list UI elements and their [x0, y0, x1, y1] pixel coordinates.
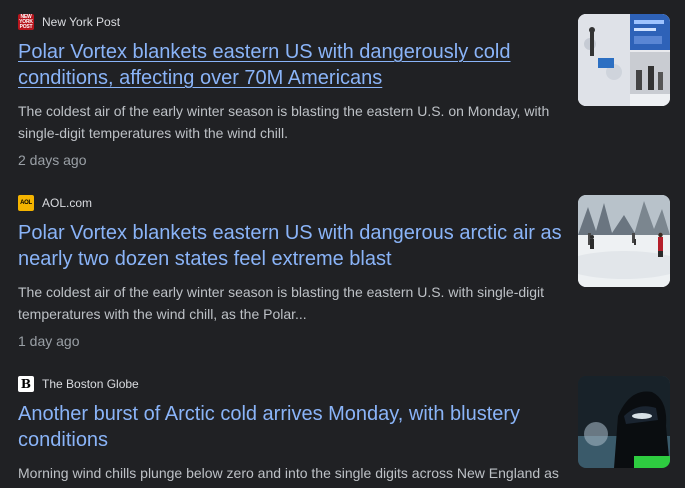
article-snippet: The coldest air of the early winter seas…: [18, 284, 545, 322]
article-snippet: Morning wind chills plunge below zero an…: [18, 465, 559, 481]
article-thumbnail[interactable]: [578, 376, 670, 468]
boston-globe-logo-icon: B: [18, 376, 34, 392]
aol-logo-icon: AOL: [18, 195, 34, 211]
article-thumbnail[interactable]: [578, 195, 670, 287]
article-snippet: The coldest air of the early winter seas…: [18, 103, 550, 141]
news-card[interactable]: NEW YORK POST New York Post Polar Vortex…: [18, 14, 678, 171]
balaclava-person-image-icon: [578, 376, 670, 468]
article-title-link[interactable]: Polar Vortex blankets eastern US with da…: [18, 39, 573, 91]
source-name: The Boston Globe: [42, 377, 139, 391]
news-card[interactable]: AOL AOL.com Polar Vortex blankets easter…: [18, 195, 678, 352]
snow-shoveling-image-icon: [578, 14, 670, 106]
source-name: AOL.com: [42, 196, 93, 210]
article-timestamp: 1 day ago: [18, 333, 80, 349]
snowy-park-image-icon: [578, 195, 670, 287]
article-title-link[interactable]: Polar Vortex blankets eastern US with da…: [18, 220, 573, 272]
source-name: New York Post: [42, 15, 121, 29]
article-timestamp: 2 days ago: [18, 152, 87, 168]
article-title-link[interactable]: Another burst of Arctic cold arrives Mon…: [18, 401, 573, 453]
article-thumbnail[interactable]: [578, 14, 670, 106]
new-york-post-logo-icon: NEW YORK POST: [18, 14, 34, 30]
news-card[interactable]: B The Boston Globe Another burst of Arct…: [18, 376, 678, 484]
